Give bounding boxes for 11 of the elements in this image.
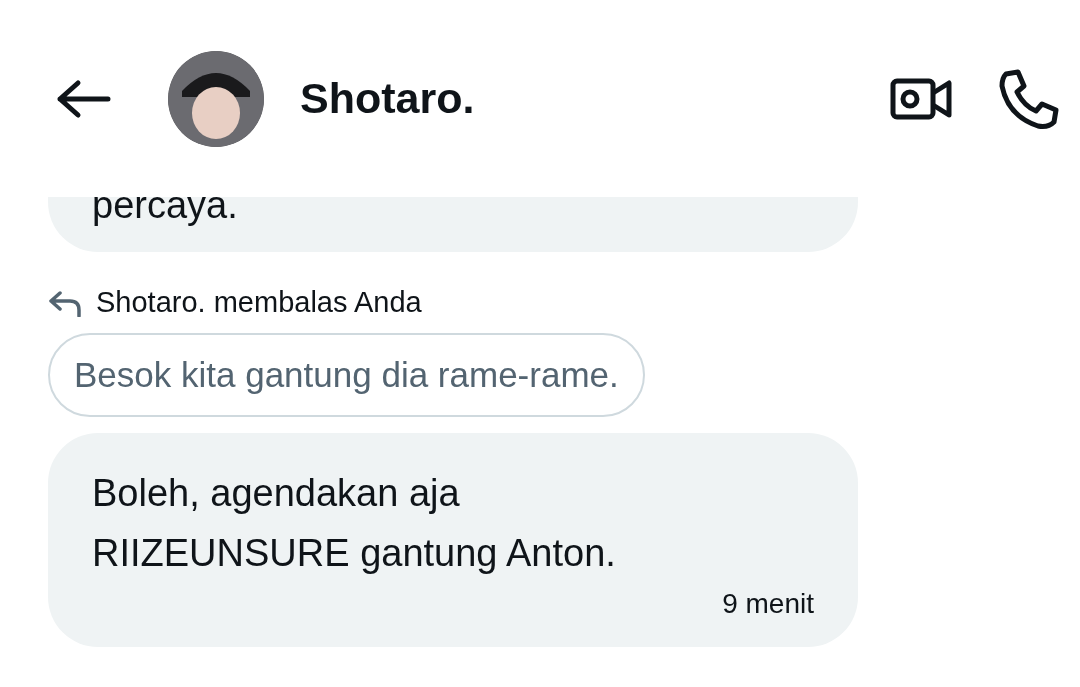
reply-icon [48,288,82,317]
reply-label: Shotaro. membalas Anda [96,286,422,319]
quoted-message: Besok kita gantung dia rame-rame. [48,333,645,417]
message-text: Boleh, agendakan aja [92,471,461,516]
avatar[interactable] [168,50,264,147]
message-time: 9 menit [722,587,814,621]
message-text: percaya. [92,183,239,228]
back-icon[interactable] [56,78,112,119]
chat-title: Shotaro. [300,74,476,123]
phone-icon[interactable] [998,67,1060,130]
message-text: RIIZEUNSURE gantung Anton. [92,531,617,576]
